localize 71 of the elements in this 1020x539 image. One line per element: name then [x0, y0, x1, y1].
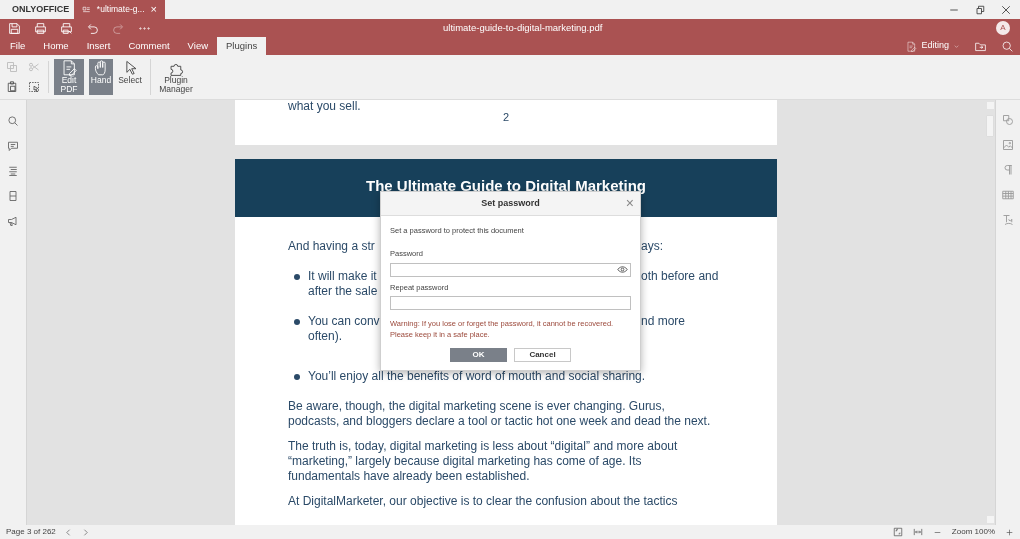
body-text: oth before and	[641, 269, 719, 284]
search-icon[interactable]	[1001, 39, 1014, 53]
print-icon[interactable]	[34, 21, 47, 35]
page-text: what you sell.	[288, 100, 361, 115]
body-text: It will make it	[308, 269, 378, 284]
fit-width-icon[interactable]	[912, 527, 923, 537]
tool-button[interactable]: Edit PDF	[54, 59, 84, 95]
menu-tab[interactable]: Home	[34, 37, 78, 55]
tool-button[interactable]: Select	[118, 59, 142, 95]
cancel-button[interactable]: Cancel	[514, 347, 571, 362]
close-tab-button[interactable]: ×	[150, 1, 157, 18]
zoom-in-icon[interactable]	[1005, 527, 1014, 537]
body-text: You’ll enjoy all the benefits of word of mouth and social sharing.	[308, 369, 646, 384]
body-text: after the sale	[308, 284, 378, 299]
body-paragraph: The truth is, today, digital marketing is less about “digital” and more about “marketing,” largely because digital marketing has come of age. Its fundamentals have already been established.	[288, 439, 679, 484]
scrollbar[interactable]	[985, 100, 995, 525]
document-tab[interactable]: *ultimate-g... ×	[74, 0, 165, 19]
previous-page-icon[interactable]	[63, 527, 73, 537]
select-all-icon[interactable]	[28, 81, 40, 93]
page-number: 2	[503, 110, 510, 125]
save-icon[interactable]	[8, 21, 21, 35]
search-icon[interactable]	[7, 115, 19, 127]
editing-mode-button[interactable]: Editing	[906, 39, 960, 53]
body-text: And having a str	[288, 239, 376, 254]
caret-icon	[953, 42, 960, 50]
body-text: nd more	[641, 314, 686, 329]
feedback-icon[interactable]	[7, 215, 19, 227]
document-icon	[82, 4, 91, 15]
eye-icon[interactable]	[617, 264, 628, 275]
body-text: often).	[308, 329, 343, 344]
headings-icon[interactable]	[7, 165, 19, 177]
comment-icon[interactable]	[7, 140, 19, 152]
image-icon[interactable]	[1002, 139, 1014, 151]
scroll-thumb[interactable]	[986, 115, 994, 137]
body-text: You can conv	[308, 314, 381, 329]
body-paragraph: Be aware, though, the digital marketing scene is ever changing. Gurus, podcasts, and bloggers declare a tool or tactic hot one week and dead the next.	[288, 399, 712, 429]
menu-tab[interactable]: Comment	[119, 37, 179, 55]
paste-icon[interactable]	[6, 81, 18, 93]
paragraph-icon[interactable]	[1002, 164, 1014, 176]
edit-icon	[60, 59, 78, 76]
table-icon[interactable]	[1002, 189, 1014, 201]
menu-tab[interactable]: Insert	[77, 37, 120, 55]
menu-tab[interactable]: View	[178, 37, 218, 55]
menu-tab[interactable]: Plugins	[217, 37, 267, 55]
pencil-icon	[906, 40, 918, 52]
body-paragraph: At DigitalMarketer, our objective is to clear the confusion about the tactics	[288, 494, 679, 509]
thumbnails-icon[interactable]	[7, 190, 19, 202]
zoom-level: Zoom 100%	[951, 526, 995, 538]
close-icon[interactable]	[1000, 3, 1012, 16]
tool-button[interactable]: Plugin Manager	[150, 59, 194, 95]
brand-name: ONLYOFFICE	[12, 2, 70, 16]
repeat-password-field[interactable]	[390, 295, 631, 310]
user-avatar[interactable]: A	[996, 21, 1010, 35]
restore-icon[interactable]	[974, 3, 986, 16]
close-button[interactable]: ×	[625, 195, 634, 211]
quick-print-icon[interactable]	[60, 21, 73, 35]
body-text: ays:	[641, 239, 663, 254]
bullet-icon	[294, 274, 300, 280]
shape-icon[interactable]	[1002, 114, 1014, 126]
ok-button[interactable]: OK	[450, 347, 507, 362]
window-title: ultimate-guide-to-digital-marketing.pdf	[443, 20, 603, 35]
dialog-title: Set password	[481, 196, 540, 210]
menu-tab[interactable]: File	[1, 37, 35, 55]
fit-page-icon[interactable]	[892, 527, 903, 537]
bullet-icon	[294, 374, 300, 380]
textart-icon[interactable]	[1002, 214, 1014, 226]
password-field[interactable]	[390, 262, 631, 277]
bullet-icon	[294, 319, 300, 325]
page-indicator: Page 3 of 262	[6, 526, 56, 538]
tool-button[interactable]: Hand	[89, 59, 113, 95]
undo-icon[interactable]	[86, 21, 99, 35]
